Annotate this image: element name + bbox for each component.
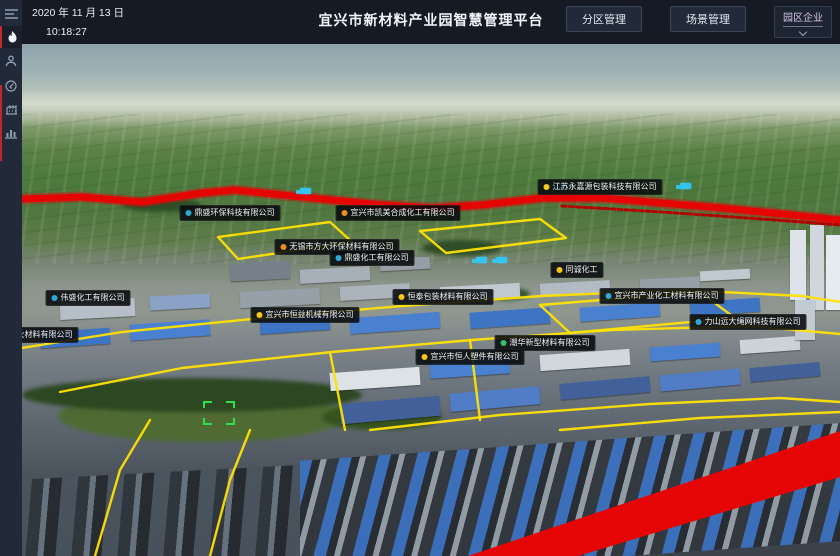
- selection-bracket: [203, 401, 235, 425]
- zone-management-button[interactable]: 分区管理: [566, 6, 642, 32]
- company-name: 江苏永嘉源包装科技有限公司: [553, 183, 657, 191]
- company-name: 潮华新型材料有限公司: [510, 339, 590, 347]
- menu-icon[interactable]: [0, 3, 22, 25]
- company-name: 鼎盛环保科技有限公司: [195, 209, 275, 217]
- factory-icon[interactable]: [0, 98, 22, 120]
- company-marker-icon: [342, 210, 348, 216]
- truck-icon[interactable]: [680, 183, 691, 189]
- company-name: 力山远大绳网科技有限公司: [705, 318, 801, 326]
- company-label[interactable]: 恒泰包装材料有限公司: [393, 289, 494, 305]
- company-name: 宜兴市凯美合成化工有限公司: [351, 209, 455, 217]
- company-label[interactable]: 宜兴市恒益机械有限公司: [251, 307, 360, 323]
- left-toolbar: [0, 0, 22, 556]
- bar-chart-icon[interactable]: [0, 122, 22, 144]
- company-marker-icon: [557, 267, 563, 273]
- company-label[interactable]: 鼎盛化工有限公司: [330, 250, 415, 266]
- compass-icon[interactable]: [0, 75, 22, 97]
- company-label[interactable]: 宜兴市产业化工材料有限公司: [600, 288, 725, 304]
- company-marker-icon: [501, 340, 507, 346]
- company-label[interactable]: 永顺防火材料有限公司: [22, 327, 79, 343]
- map-viewport[interactable]: 鼎盛环保科技有限公司宜兴市凯美合成化工有限公司江苏永嘉源包装科技有限公司无锡市方…: [22, 44, 840, 556]
- company-label[interactable]: 宜兴市恒人塑件有限公司: [416, 349, 525, 365]
- company-marker-icon: [696, 319, 702, 325]
- company-marker-icon: [52, 295, 58, 301]
- company-label[interactable]: 同诚化工: [551, 262, 604, 278]
- company-name: 鼎盛化工有限公司: [345, 254, 409, 262]
- company-name: 宜兴市恒人塑件有限公司: [431, 353, 519, 361]
- company-marker-icon: [336, 255, 342, 261]
- park-enterprise-dropdown[interactable]: 园区企业: [774, 6, 832, 38]
- company-name: 恒泰包装材料有限公司: [408, 293, 488, 301]
- top-header: 2020 年 11 月 13 日 10:18:27 宜兴市新材料产业园智慧管理平…: [22, 0, 840, 44]
- smart-park-platform: 2020 年 11 月 13 日 10:18:27 宜兴市新材料产业园智慧管理平…: [0, 0, 840, 556]
- company-name: 永顺防火材料有限公司: [22, 331, 73, 339]
- scene-management-button[interactable]: 场景管理: [670, 6, 746, 32]
- company-marker-icon: [606, 293, 612, 299]
- company-label[interactable]: 伟盛化工有限公司: [46, 290, 131, 306]
- company-name: 宜兴市恒益机械有限公司: [266, 311, 354, 319]
- company-label[interactable]: 力山远大绳网科技有限公司: [690, 314, 807, 330]
- company-marker-icon: [281, 244, 287, 250]
- company-marker-icon: [257, 312, 263, 318]
- company-marker-icon: [422, 354, 428, 360]
- fire-icon[interactable]: [0, 26, 22, 48]
- company-name: 宜兴市产业化工材料有限公司: [615, 292, 719, 300]
- truck-icon[interactable]: [300, 188, 311, 194]
- truck-icon[interactable]: [476, 257, 487, 263]
- company-name: 伟盛化工有限公司: [61, 294, 125, 302]
- company-label[interactable]: 宜兴市凯美合成化工有限公司: [336, 205, 461, 221]
- chevron-down-icon: [799, 28, 807, 36]
- dropdown-label: 园区企业: [783, 9, 823, 27]
- truck-icon[interactable]: [496, 257, 507, 263]
- company-marker-icon: [399, 294, 405, 300]
- company-marker-icon: [186, 210, 192, 216]
- company-label[interactable]: 鼎盛环保科技有限公司: [180, 205, 281, 221]
- company-marker-icon: [544, 184, 550, 190]
- company-name: 同诚化工: [566, 266, 598, 274]
- company-label[interactable]: 江苏永嘉源包装科技有限公司: [538, 179, 663, 195]
- person-icon[interactable]: [0, 50, 22, 72]
